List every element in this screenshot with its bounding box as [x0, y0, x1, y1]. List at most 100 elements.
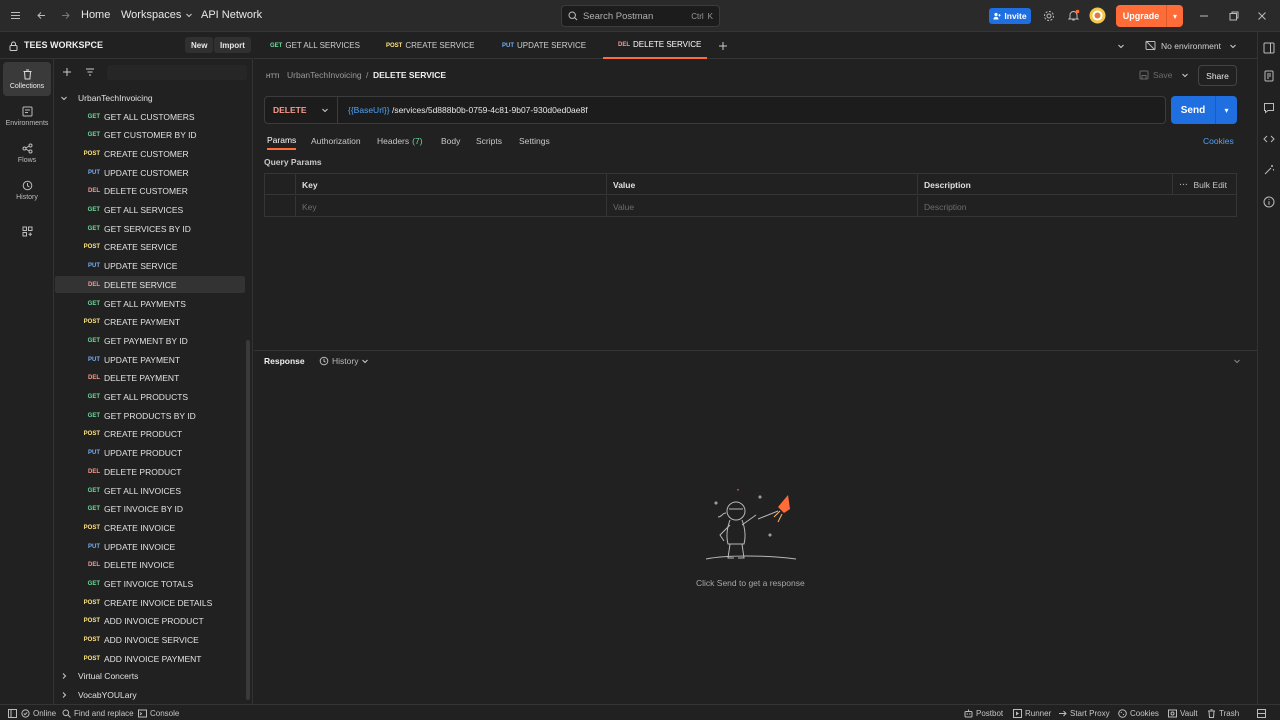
- sidebar-request-item[interactable]: POST CREATE PAYMENT: [55, 314, 245, 331]
- sidebar-request-item[interactable]: PUT UPDATE PRODUCT: [55, 445, 245, 462]
- avatar[interactable]: [1089, 7, 1106, 24]
- collection-vocabyoulary[interactable]: VocabYOULary: [58, 686, 248, 703]
- sidebar-request-item[interactable]: GET GET PAYMENT BY ID: [55, 332, 245, 349]
- rail-history[interactable]: History: [3, 173, 51, 207]
- bell-icon[interactable]: [1067, 9, 1080, 22]
- url-input[interactable]: {{BaseUrl}} /services/5d888b0b-0759-4c81…: [338, 105, 588, 115]
- method-select[interactable]: DELETE: [265, 97, 338, 123]
- rail-flows[interactable]: Flows: [3, 136, 51, 170]
- back-arrow-icon[interactable]: [36, 10, 47, 21]
- sidebar-request-item[interactable]: PUT UPDATE CUSTOMER: [55, 164, 245, 181]
- info-icon[interactable]: [1263, 196, 1276, 209]
- plus-icon[interactable]: [718, 41, 728, 51]
- sidebar-scrollbar[interactable]: [246, 340, 250, 700]
- code-icon[interactable]: [1263, 133, 1276, 146]
- gear-icon[interactable]: [1043, 10, 1055, 22]
- sidebar-request-item[interactable]: GET GET PRODUCTS BY ID: [55, 407, 245, 424]
- sidebar-request-item[interactable]: GET GET INVOICE BY ID: [55, 501, 245, 518]
- cookies-link[interactable]: Cookies: [1203, 132, 1234, 150]
- value-input[interactable]: Value: [606, 196, 917, 217]
- sidebar-request-item[interactable]: POST ADD INVOICE PAYMENT: [55, 650, 245, 667]
- chevron-down-icon[interactable]: [1117, 42, 1125, 50]
- tab-create-service[interactable]: POST CREATE SERVICE: [386, 32, 474, 59]
- sidebar-request-item[interactable]: DEL DELETE SERVICE: [55, 276, 245, 294]
- sidebar-request-item[interactable]: GET GET ALL PAYMENTS: [55, 295, 245, 312]
- postbot-button[interactable]: Postbot: [964, 705, 1003, 720]
- rail-environments[interactable]: Environments: [3, 99, 51, 133]
- description-input[interactable]: Description: [917, 196, 1236, 217]
- online-status[interactable]: Online: [21, 705, 56, 720]
- sidebar-request-item[interactable]: PUT UPDATE PAYMENT: [55, 351, 245, 368]
- sidebar-request-item[interactable]: POST CREATE INVOICE DETAILS: [55, 594, 245, 611]
- key-input[interactable]: Key: [295, 196, 606, 217]
- chevron-down-icon[interactable]: [1181, 71, 1189, 79]
- tab-params[interactable]: Params: [267, 132, 297, 150]
- tab-delete-service[interactable]: DEL DELETE SERVICE: [603, 32, 707, 59]
- tab-scripts[interactable]: Scripts: [476, 132, 502, 150]
- share-button[interactable]: Share: [1198, 65, 1237, 86]
- invite-button[interactable]: Invite: [989, 8, 1031, 24]
- sidebar-request-item[interactable]: PUT UPDATE INVOICE: [55, 538, 245, 555]
- collection-virtual-concerts[interactable]: Virtual Concerts: [58, 667, 248, 684]
- document-icon[interactable]: [1263, 70, 1276, 83]
- sidebar-request-item[interactable]: POST ADD INVOICE PRODUCT: [55, 613, 245, 630]
- tab-get-all-services[interactable]: GET GET ALL SERVICES: [270, 32, 360, 59]
- environment-selector[interactable]: No environment: [1161, 41, 1221, 51]
- sidebar-request-item[interactable]: GET GET INVOICE TOTALS: [55, 576, 245, 593]
- nav-workspaces[interactable]: Workspaces: [121, 9, 193, 21]
- runner-button[interactable]: Runner: [1013, 705, 1051, 720]
- tab-authorization[interactable]: Authorization: [311, 132, 361, 150]
- sidebar-request-item[interactable]: GET GET SERVICES BY ID: [55, 220, 245, 237]
- bulk-edit-button[interactable]: ⋯ Bulk Edit: [1172, 174, 1236, 195]
- workspace-name[interactable]: TEES WORKSPCE: [24, 40, 103, 50]
- minimize-icon[interactable]: [1199, 11, 1209, 21]
- sidebar-request-item[interactable]: DEL DELETE INVOICE: [55, 557, 245, 574]
- start-proxy-button[interactable]: Start Proxy: [1058, 705, 1110, 720]
- sidebar-request-item[interactable]: POST CREATE CUSTOMER: [55, 145, 245, 162]
- sidebar-request-item[interactable]: GET GET ALL PRODUCTS: [55, 389, 245, 406]
- sidebar-request-item[interactable]: POST CREATE PRODUCT: [55, 426, 245, 443]
- send-button[interactable]: Send ▾: [1171, 96, 1237, 124]
- pane-divider[interactable]: [254, 350, 1257, 351]
- chevron-down-icon[interactable]: ▾: [1167, 12, 1183, 21]
- close-icon[interactable]: [1257, 11, 1267, 21]
- tab-body[interactable]: Body: [441, 132, 460, 150]
- trash-button[interactable]: Trash: [1207, 705, 1239, 720]
- plus-icon[interactable]: [62, 67, 72, 77]
- tab-settings[interactable]: Settings: [519, 132, 550, 150]
- save-button[interactable]: Save: [1153, 70, 1172, 80]
- rail-collections[interactable]: Collections: [3, 62, 51, 96]
- import-button[interactable]: Import: [214, 37, 251, 53]
- new-button[interactable]: New: [185, 37, 214, 53]
- console-button[interactable]: Console: [138, 705, 179, 720]
- upgrade-button[interactable]: Upgrade ▾: [1116, 5, 1183, 27]
- chevron-down-icon[interactable]: [1233, 357, 1241, 365]
- sidebar-request-item[interactable]: DEL DELETE PRODUCT: [55, 463, 245, 480]
- sidebar-request-item[interactable]: PUT UPDATE SERVICE: [55, 258, 245, 275]
- sidebar-request-item[interactable]: POST CREATE SERVICE: [55, 239, 245, 256]
- nav-home[interactable]: Home: [81, 9, 110, 21]
- collection-search-input[interactable]: [107, 65, 247, 80]
- nav-api-network[interactable]: API Network: [201, 9, 262, 21]
- forward-arrow-icon[interactable]: [60, 10, 71, 21]
- sidebar-request-item[interactable]: GET GET ALL SERVICES: [55, 202, 245, 219]
- chevron-down-icon[interactable]: [1229, 42, 1237, 50]
- response-history-button[interactable]: History: [319, 356, 369, 366]
- vault-button[interactable]: Vault: [1168, 705, 1198, 720]
- collection-root[interactable]: UrbanTechInvoicing: [58, 89, 248, 106]
- breadcrumb-collection[interactable]: UrbanTechInvoicing: [287, 70, 362, 80]
- sidebar-request-item[interactable]: GET GET ALL CUSTOMERS: [55, 108, 245, 125]
- sidebar-request-item[interactable]: DEL DELETE CUSTOMER: [55, 183, 245, 200]
- sidebar-request-item[interactable]: GET GET CUSTOMER BY ID: [55, 127, 245, 144]
- tab-headers[interactable]: Headers (7): [377, 132, 423, 150]
- restore-icon[interactable]: [1229, 11, 1239, 21]
- help-button[interactable]: [1257, 705, 1266, 720]
- rail-configure[interactable]: [3, 214, 51, 248]
- chevron-down-icon[interactable]: ▾: [1216, 106, 1237, 115]
- cookies-button[interactable]: Cookies: [1118, 705, 1159, 720]
- sidebar-request-item[interactable]: POST ADD INVOICE SERVICE: [55, 632, 245, 649]
- sidebar-toggle-status[interactable]: [8, 705, 17, 720]
- tab-update-service[interactable]: PUT UPDATE SERVICE: [502, 32, 586, 59]
- find-replace-button[interactable]: Find and replace: [62, 705, 134, 720]
- comment-icon[interactable]: [1263, 102, 1276, 115]
